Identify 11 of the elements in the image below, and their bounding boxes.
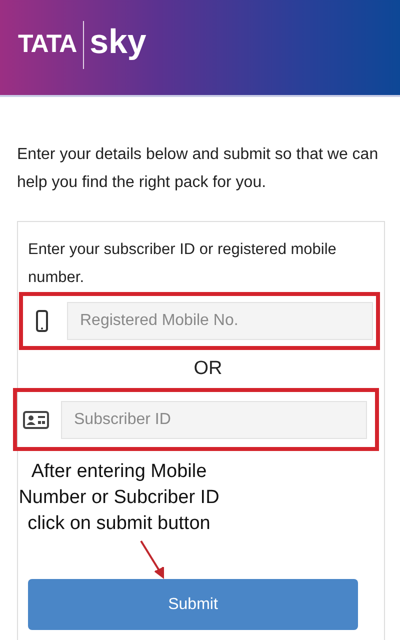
intro-text: Enter your details below and submit so that we can help you find the right pack for you.: [16, 145, 380, 193]
phone-icon: [36, 310, 48, 332]
brand-logo-text: TATA: [18, 28, 77, 60]
input-field[interactable]: Subscriber ID: [61, 400, 367, 438]
submit-button[interactable]: Submit: [28, 579, 358, 630]
id-card-icon: [23, 410, 49, 428]
separator-text: OR: [194, 357, 222, 381]
annotation-text: After entering Mobile Number or Subcriber ID click on submit button: [18, 460, 220, 536]
form-prompt: Enter your subscriber ID or registered mobile number.: [27, 240, 338, 288]
product-logo-text: sky: [90, 24, 146, 58]
input-field[interactable]: Registered Mobile No.: [67, 302, 373, 340]
